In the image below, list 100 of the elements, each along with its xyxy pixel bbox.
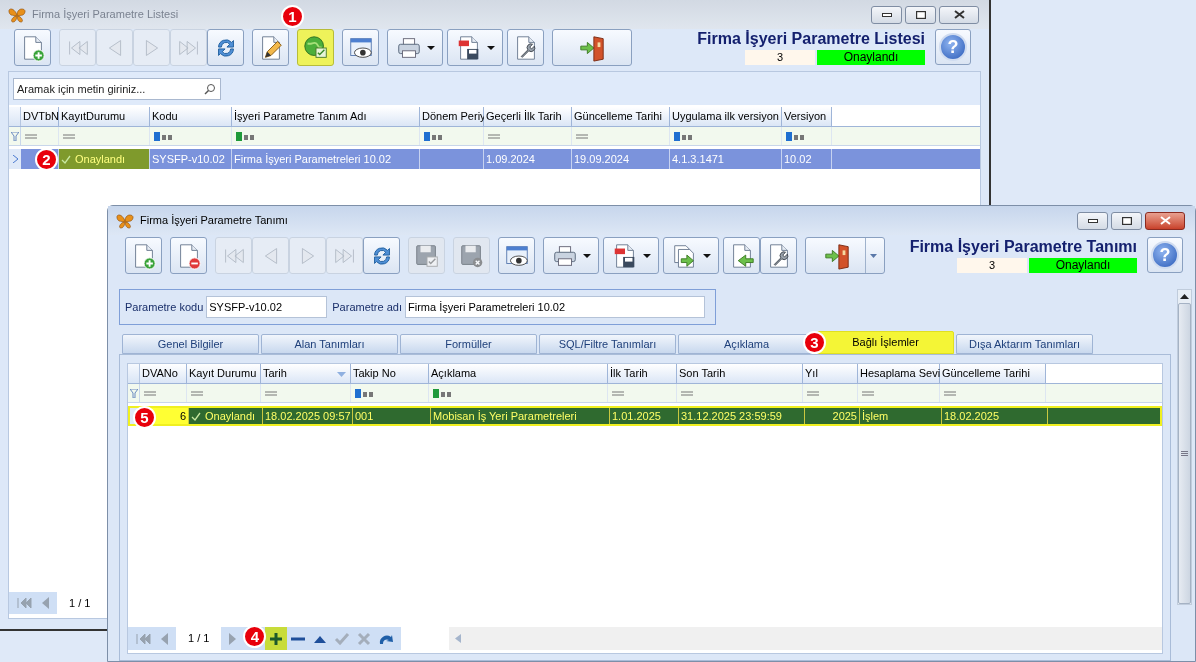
column-header[interactable]: Kayıt Durumu	[187, 364, 261, 383]
column-header[interactable]: Güncelleme Tarihi	[572, 107, 670, 126]
import-toolbar-button[interactable]	[723, 237, 760, 274]
column-header[interactable]: İlk Tarih	[608, 364, 677, 383]
equals-filter-icon	[488, 133, 500, 139]
tab[interactable]: Dışa Aktarım Tanımları	[956, 334, 1093, 354]
table-cell: SYSFP-v10.02	[150, 149, 232, 169]
settings-toolbar-button[interactable]	[760, 237, 797, 274]
column-header[interactable]: Yıl	[803, 364, 858, 383]
preview-toolbar-button[interactable]	[342, 29, 379, 66]
table-row[interactable]: 2 Onaylandı SYSFP-v10.02 Firma İşyeri Parametreleri 10.02 1.09.2024 19.09.2024 4.1.3.1471 10.02	[9, 149, 980, 169]
column-header[interactable]: Açıklama	[429, 364, 608, 383]
check-icon	[61, 154, 71, 164]
refresh-toolbar-button[interactable]	[363, 237, 400, 274]
left-arrow-icon	[455, 634, 462, 643]
table-cell: 18.02.2025	[942, 408, 1048, 424]
minimize-icon	[1087, 218, 1098, 223]
equals-filter-icon	[63, 133, 75, 139]
column-header[interactable]: Tarih	[261, 364, 351, 383]
vertical-scrollbar[interactable]	[1177, 289, 1192, 605]
edit-toolbar-button[interactable]	[252, 29, 289, 66]
first-page-icon	[16, 595, 32, 611]
column-header[interactable]: Son Tarih	[677, 364, 803, 383]
column-header[interactable]: Hesaplama Sevi	[858, 364, 940, 383]
tab[interactable]: Bağlı İşlemler	[817, 331, 954, 354]
tab[interactable]: Genel Bilgiler	[122, 334, 259, 354]
column-header[interactable]: DVANo	[140, 364, 187, 383]
equals-filter-icon	[944, 390, 956, 396]
column-header[interactable]: Kodu	[150, 107, 232, 126]
checkmark-icon	[334, 630, 351, 647]
approve-toolbar-button[interactable]	[297, 29, 334, 66]
minimize-button[interactable]	[871, 5, 902, 24]
column-header[interactable]: Uygulama ilk versiyon	[670, 107, 782, 126]
exit-door-icon	[578, 33, 606, 62]
page-indicator: 1 / 1	[57, 592, 103, 614]
cancel-icon	[356, 630, 373, 647]
exit-toolbar-button[interactable]	[552, 29, 632, 66]
table-cell: 31.12.2025 23:59:59	[679, 408, 805, 424]
equals-filter-icon	[807, 390, 819, 396]
settings-toolbar-button[interactable]	[507, 29, 544, 66]
text-filter-icon	[433, 388, 453, 398]
preview-toolbar-button[interactable]	[498, 237, 535, 274]
new-toolbar-button[interactable]	[125, 237, 162, 274]
maximize-button[interactable]	[905, 5, 936, 24]
print-toolbar-button[interactable]	[387, 29, 443, 66]
step-number-badge: 2	[35, 148, 58, 171]
close-icon	[1159, 216, 1171, 225]
add-nav-button[interactable]	[265, 627, 288, 650]
maximize-button[interactable]	[1111, 211, 1142, 230]
column-header[interactable]: DVTbN	[21, 107, 59, 126]
pdf-toolbar-button[interactable]	[447, 29, 503, 66]
search-icon	[204, 82, 216, 95]
text-filter-icon	[154, 131, 174, 141]
close-button[interactable]	[1145, 211, 1185, 230]
equals-filter-icon	[612, 390, 624, 396]
scroll-thumb[interactable]	[1178, 303, 1191, 604]
search-field[interactable]: Aramak için metin giriniz...	[13, 77, 221, 100]
column-header[interactable]: Takip No	[351, 364, 429, 383]
equals-filter-icon	[191, 390, 203, 396]
page-indicator: 1 / 1	[176, 627, 222, 650]
equals-filter-icon	[862, 390, 874, 396]
restore-icon	[1121, 216, 1132, 225]
close-button[interactable]	[939, 5, 979, 24]
minimize-button[interactable]	[1077, 211, 1108, 230]
close-icon	[953, 10, 965, 19]
table-cell: 1.01.2025	[610, 408, 679, 424]
table-cell: 001	[353, 408, 431, 424]
field-label: Parametre kodu	[125, 299, 204, 315]
window-title: Firma İşyeri Parametre Listesi	[32, 7, 179, 23]
column-header[interactable]: Güncelleme Tarihi	[940, 364, 1046, 383]
tab[interactable]: Formüller	[400, 334, 537, 354]
export-toolbar-button[interactable]	[663, 237, 719, 274]
table-cell: 10.02	[782, 149, 832, 169]
tab[interactable]: Alan Tanımları	[261, 334, 398, 354]
tab[interactable]: SQL/Filtre Tanımları	[539, 334, 676, 354]
refresh-toolbar-button[interactable]	[207, 29, 244, 66]
exit-toolbar-button[interactable]	[805, 237, 885, 274]
column-header[interactable]: KayıtDurumu	[59, 107, 150, 126]
new-toolbar-button[interactable]	[14, 29, 51, 66]
text-filter-icon	[786, 131, 806, 141]
check-icon	[191, 411, 201, 421]
table-cell: Firma İşyeri Parametreleri 10.02	[232, 149, 420, 169]
field-label: Parametre adı	[332, 299, 402, 315]
delete-toolbar-button[interactable]	[170, 237, 207, 274]
status-text: Onaylandı	[75, 151, 126, 167]
form-title: Firma İşyeri Parametre Listesi	[697, 29, 925, 49]
horizontal-scrollbar[interactable]	[449, 627, 1162, 650]
print-toolbar-button[interactable]	[543, 237, 599, 274]
pdf-toolbar-button[interactable]	[603, 237, 659, 274]
text-filter-icon	[236, 131, 256, 141]
minimize-icon	[881, 12, 892, 17]
table-row[interactable]: 5 6 Onaylandı 18.02.2025 09:57 001 Mobisan İş Yeri Parametreleri 1.01.2025 31.12.2025 23:59:59 2025 İşlem 18.02.2025	[128, 406, 1162, 426]
equals-filter-icon	[576, 133, 588, 139]
column-header[interactable]: İşyeri Parametre Tanım Adı	[232, 107, 420, 126]
column-header[interactable]: Versiyon	[782, 107, 832, 126]
text-field[interactable]: SYSFP-v10.02	[206, 296, 328, 318]
table-cell: 4.1.3.1471	[670, 149, 782, 169]
equals-filter-icon	[265, 390, 277, 396]
column-header[interactable]: Geçerli İlk Tarih	[484, 107, 572, 126]
text-field[interactable]: Firma İşyeri Parametreleri 10.02	[404, 296, 705, 318]
